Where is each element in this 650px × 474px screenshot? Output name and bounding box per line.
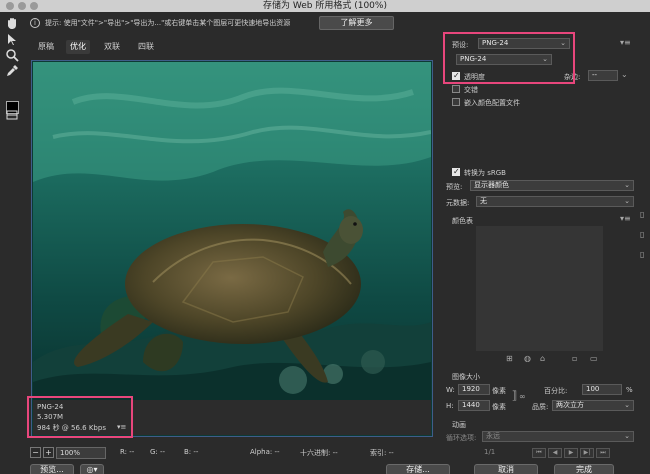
status-b: B: -- <box>184 448 199 456</box>
lock-color-icon[interactable]: ⌂ <box>540 354 545 363</box>
image-size-label: 图像大小 <box>452 373 480 381</box>
convert-srgb-label: 转换为 sRGB <box>464 169 506 177</box>
panel-edge-icons: ▯ ▯ ▯ <box>640 210 650 280</box>
zoom-level-select[interactable]: 100% <box>56 447 106 459</box>
loop-select[interactable]: 永远 ⌄ <box>482 431 634 442</box>
color-table-label: 颜色表 <box>452 217 473 225</box>
tip-text: 提示: 使用"文件">"导出">"导出为..."或右键单击某个图层可更快速地导出… <box>45 19 291 27</box>
tab-original[interactable]: 原稿 <box>34 40 58 54</box>
tool-icon[interactable]: ▯ <box>640 230 644 239</box>
browser-select-icon[interactable]: ◎▾ <box>80 464 104 474</box>
zoom-tool-icon[interactable] <box>5 48 19 62</box>
cancel-button[interactable]: 取消 <box>474 464 538 474</box>
matte-select[interactable]: -- <box>588 70 618 81</box>
width-label: W: <box>446 386 455 394</box>
chevron-down-icon: ⌄ <box>624 197 630 205</box>
status-index: 索引: -- <box>370 449 394 457</box>
highlight-info-box <box>27 396 133 438</box>
status-g: G: -- <box>150 448 166 456</box>
tab-4-up[interactable]: 四联 <box>134 40 158 54</box>
color-table[interactable] <box>476 226 603 351</box>
new-color-icon[interactable]: ▫ <box>572 354 577 363</box>
status-alpha: Alpha: -- <box>250 448 280 456</box>
link-proportions-icon[interactable]: ⟧ <box>512 389 517 402</box>
tool-icon[interactable]: ▯ <box>640 250 644 259</box>
metadata-value: 无 <box>480 197 487 205</box>
info-icon: i <box>30 18 40 28</box>
tab-optimized[interactable]: 优化 <box>66 40 90 54</box>
status-hex: 十六进制: -- <box>300 449 338 457</box>
matte-value: -- <box>592 71 598 79</box>
preview-canvas[interactable]: PNG-24 5.307M 984 秒 @ 56.6 Kbps ▾≡ <box>31 60 433 437</box>
tip-bar: i 提示: 使用"文件">"导出">"导出为..."或右键单击某个图层可更快速地… <box>26 14 440 32</box>
tool-column <box>0 12 24 474</box>
zoom-out-button[interactable]: − <box>30 447 41 458</box>
embed-profile-checkbox[interactable] <box>452 98 460 106</box>
quality-select[interactable]: 两次立方 ⌄ <box>552 400 634 411</box>
animation-label: 动画 <box>452 421 466 429</box>
status-r: R: -- <box>120 448 135 456</box>
play-icon[interactable]: ▶ <box>564 448 578 458</box>
window-title: 存储为 Web 所用格式 (100%) <box>263 1 387 11</box>
metadata-select[interactable]: 无 ⌄ <box>476 196 634 207</box>
height-unit: 像素 <box>492 403 506 411</box>
web-shift-icon[interactable]: ◍ <box>524 354 531 363</box>
last-frame-icon[interactable]: ⏭ <box>596 448 610 458</box>
chevron-down-icon[interactable]: ⌄ <box>621 70 628 79</box>
window-titlebar: 存储为 Web 所用格式 (100%) <box>0 0 650 12</box>
chevron-down-icon: ⌄ <box>624 432 630 440</box>
height-label: H: <box>446 402 454 410</box>
percent-input[interactable]: 100 <box>582 384 622 395</box>
height-input[interactable]: 1440 <box>458 400 490 411</box>
frame-counter: 1/1 <box>484 448 496 456</box>
learn-more-button[interactable]: 了解更多 <box>319 16 394 30</box>
eyedropper-tool-icon[interactable] <box>5 64 19 78</box>
color-table-menu-icon[interactable]: ▾≡ <box>620 214 631 223</box>
next-frame-icon[interactable]: ▶| <box>580 448 594 458</box>
quality-label: 品质: <box>532 403 549 411</box>
optimize-menu-icon[interactable]: ▾≡ <box>620 38 631 47</box>
highlight-preset <box>443 32 575 84</box>
first-frame-icon[interactable]: ⏮ <box>532 448 546 458</box>
interlaced-checkbox[interactable] <box>452 85 460 93</box>
metadata-label: 元数据: <box>446 199 470 207</box>
preview-value: 显示器颜色 <box>474 181 509 189</box>
loop-label: 循环选项: <box>446 434 477 442</box>
tool-icon[interactable]: ▯ <box>640 210 644 219</box>
toggle-slices-icon[interactable] <box>5 108 19 122</box>
percent-label: 百分比: <box>544 387 568 395</box>
embed-profile-label: 嵌入颜色配置文件 <box>464 99 520 107</box>
map-color-icon[interactable]: ⊞ <box>506 354 513 363</box>
zoom-in-button[interactable]: + <box>43 447 54 458</box>
width-unit: 像素 <box>492 387 506 395</box>
chevron-down-icon: ⌄ <box>624 181 630 189</box>
interlaced-label: 交错 <box>464 86 478 94</box>
tab-2-up[interactable]: 双联 <box>100 40 124 54</box>
slice-select-tool-icon[interactable] <box>5 32 19 46</box>
preview-select[interactable]: 显示器颜色 ⌄ <box>470 180 634 191</box>
convert-srgb-checkbox[interactable] <box>452 167 460 176</box>
preview-in-browser-button[interactable]: 预览... <box>30 464 74 474</box>
status-bar: − + 100% R: -- G: -- B: -- Alpha: -- 十六进… <box>30 446 434 460</box>
settings-panel: 预设: PNG-24 ⌄ ▾≡ PNG-24 ⌄ 透明度 杂边: -- ⌄ 交错… <box>440 32 650 462</box>
hand-tool-icon[interactable] <box>5 16 19 30</box>
save-button[interactable]: 存储... <box>386 464 450 474</box>
bottom-bar: 预览... ◎▾ 存储... 取消 完成 <box>24 462 650 474</box>
prev-frame-icon[interactable]: ◀ <box>548 448 562 458</box>
chain-link-icon[interactable]: ∞ <box>519 392 526 401</box>
chevron-down-icon: ⌄ <box>624 401 630 409</box>
width-input[interactable]: 1920 <box>458 384 490 395</box>
done-button[interactable]: 完成 <box>554 464 614 474</box>
loop-value: 永远 <box>486 432 500 440</box>
percent-unit: % <box>626 386 633 394</box>
quality-value: 两次立方 <box>556 401 584 409</box>
preview-label: 预览: <box>446 183 463 191</box>
view-tabs: 原稿 优化 双联 四联 <box>30 38 440 56</box>
preview-image <box>33 62 431 400</box>
trash-icon[interactable]: ▭ <box>590 354 598 363</box>
